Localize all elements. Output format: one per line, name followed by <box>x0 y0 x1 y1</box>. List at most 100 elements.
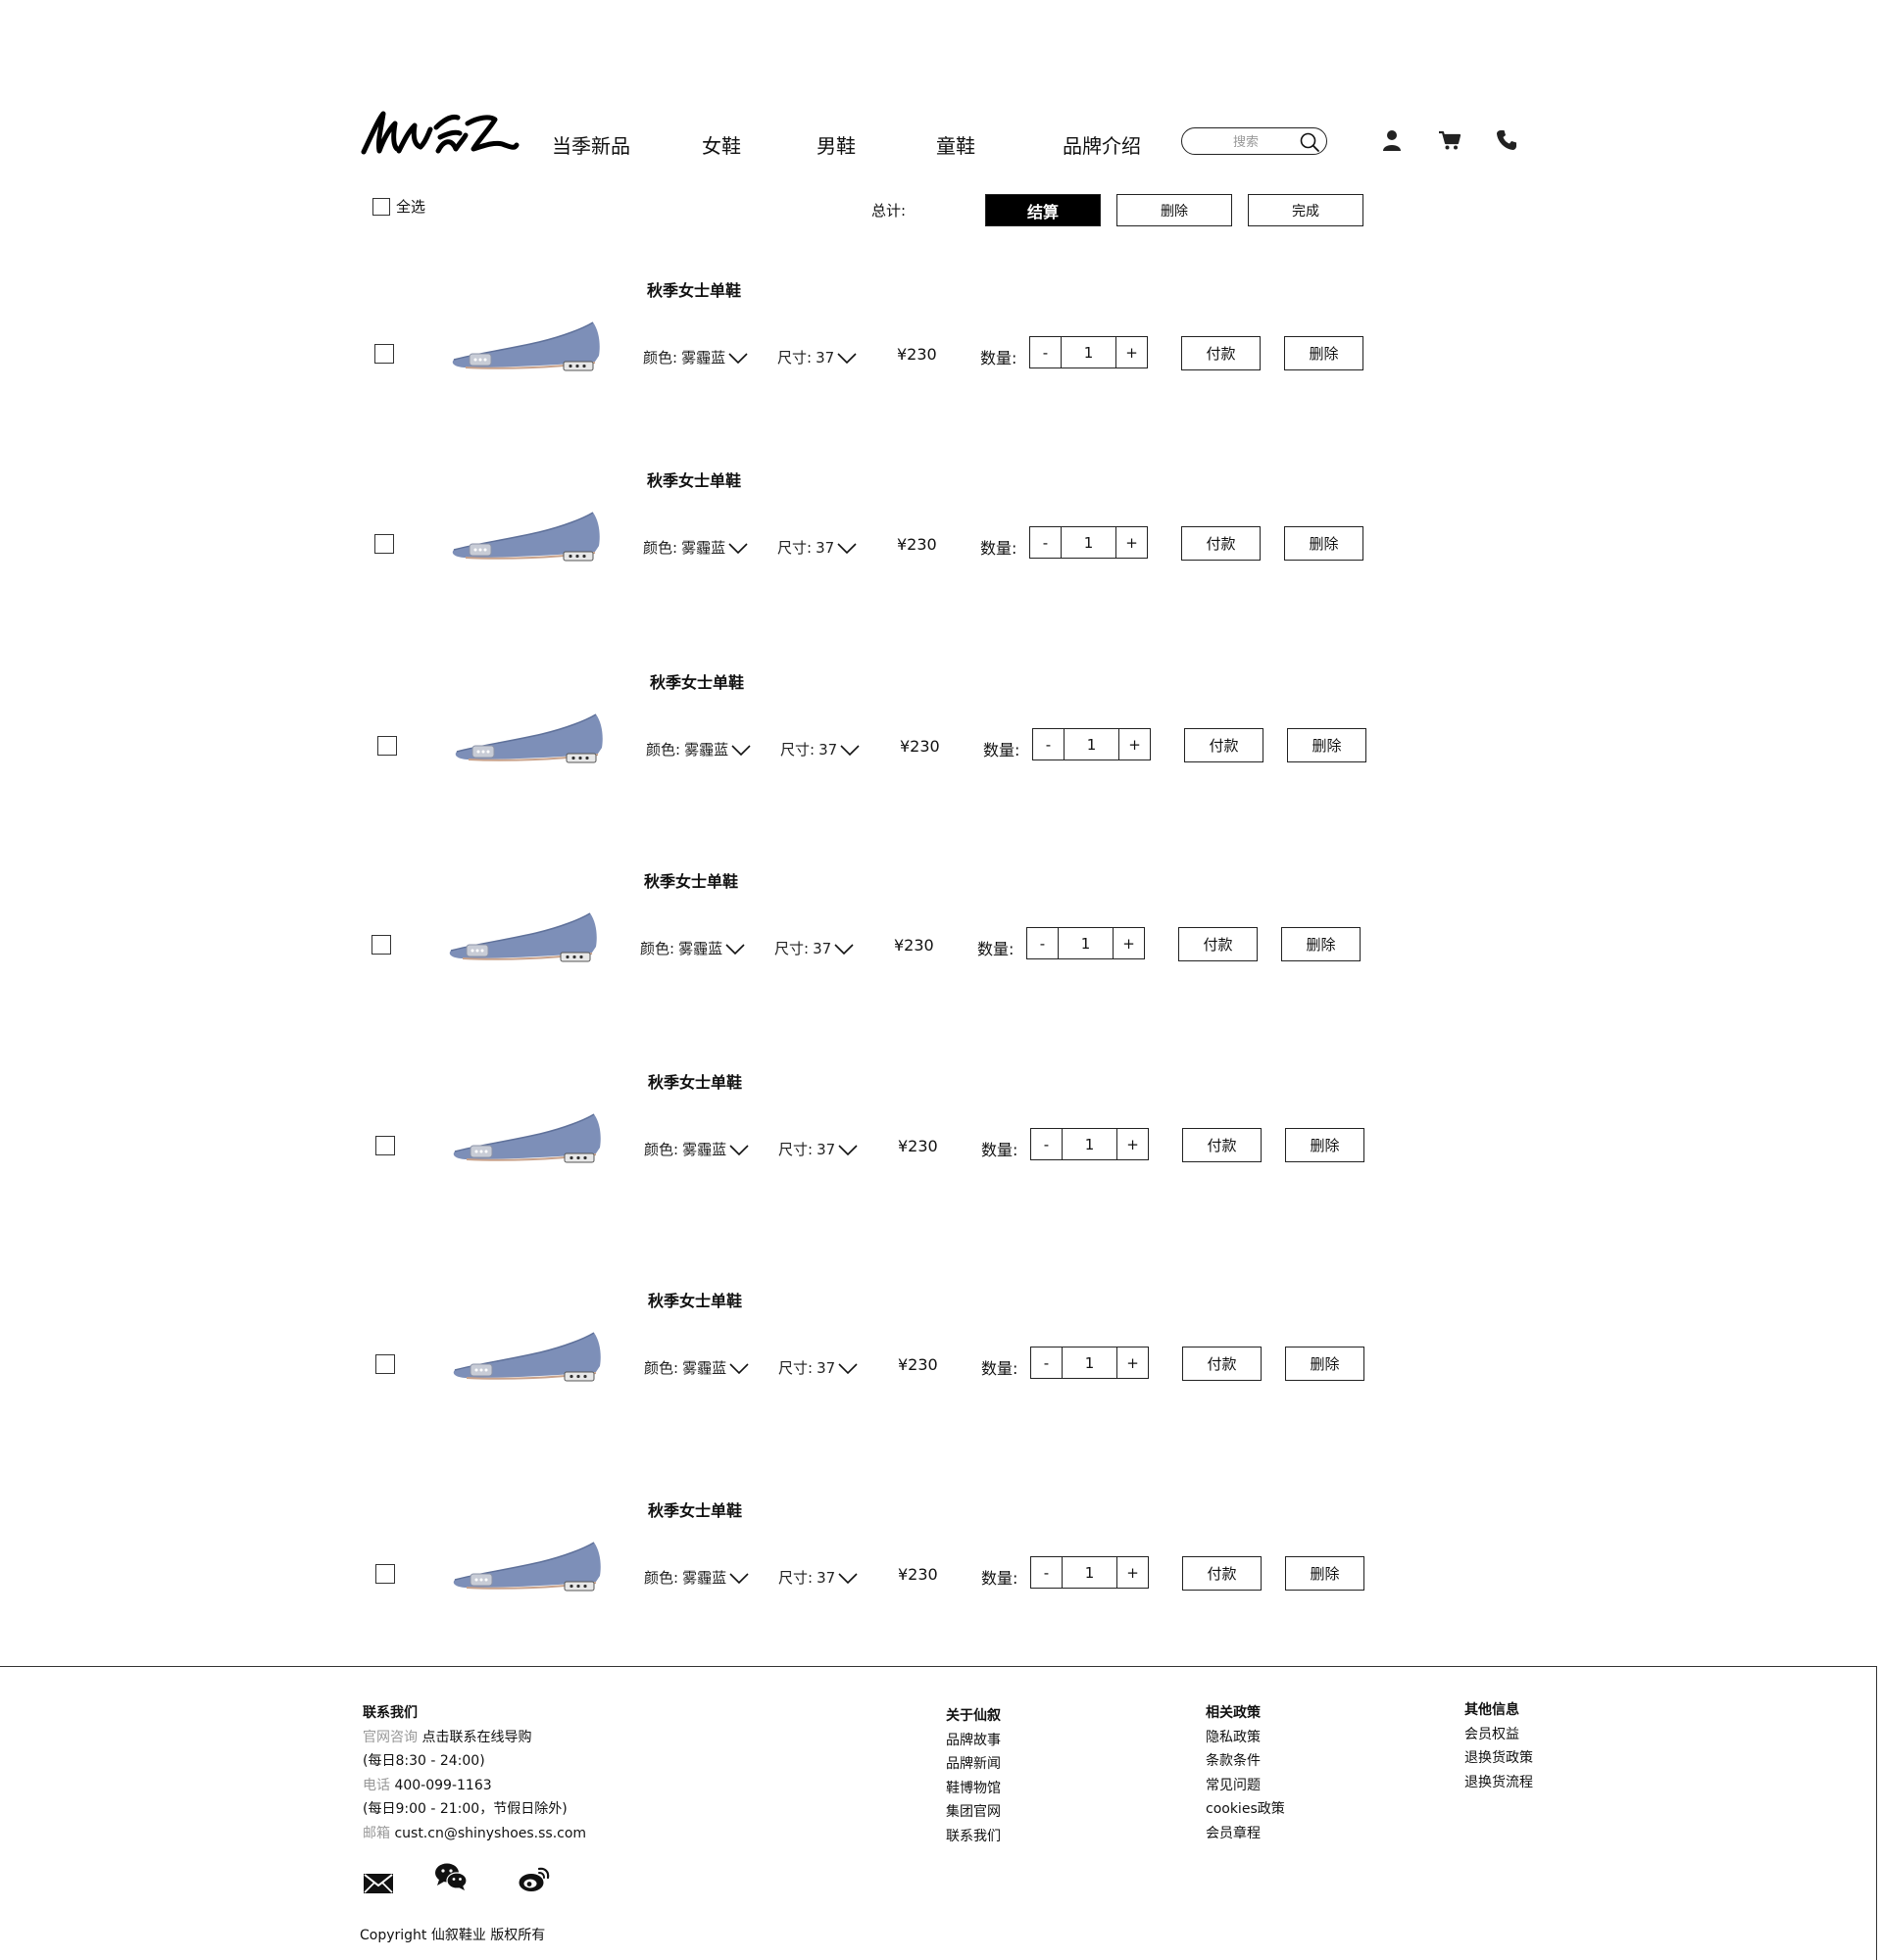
color-select[interactable]: 颜色: 雾霾蓝 <box>643 537 748 558</box>
nav-new-arrivals[interactable]: 当季新品 <box>552 130 630 159</box>
size-select[interactable]: 尺寸: 37 <box>778 1139 858 1159</box>
size-select[interactable]: 尺寸: 37 <box>780 739 860 760</box>
item-title[interactable]: 秋季女士单鞋 <box>648 1069 742 1093</box>
quantity-value[interactable]: 1 <box>1062 1129 1117 1159</box>
item-title[interactable]: 秋季女士单鞋 <box>644 868 738 892</box>
item-checkbox[interactable] <box>375 1564 395 1584</box>
size-value[interactable]: 37 <box>816 349 834 367</box>
item-title[interactable]: 秋季女士单鞋 <box>648 1497 742 1521</box>
decrement-button[interactable]: - <box>1027 928 1058 958</box>
color-select[interactable]: 颜色: 雾霾蓝 <box>644 1139 749 1159</box>
nav-men-shoes[interactable]: 男鞋 <box>817 130 856 159</box>
footer-link[interactable]: 退换货政策 <box>1464 1746 1533 1771</box>
quantity-value[interactable]: 1 <box>1062 1557 1117 1588</box>
increment-button[interactable]: + <box>1117 1348 1148 1378</box>
pay-button[interactable]: 付款 <box>1182 1128 1262 1162</box>
pay-button[interactable]: 付款 <box>1181 336 1261 370</box>
size-value[interactable]: 37 <box>817 1359 835 1377</box>
color-select[interactable]: 颜色: 雾霾蓝 <box>644 1357 749 1378</box>
chevron-down-icon[interactable] <box>837 542 857 555</box>
color-select[interactable]: 颜色: 雾霾蓝 <box>646 739 751 760</box>
item-title[interactable]: 秋季女士单鞋 <box>647 277 741 301</box>
brand-logo[interactable] <box>358 106 520 160</box>
chevron-down-icon[interactable] <box>728 542 748 555</box>
quantity-value[interactable]: 1 <box>1058 928 1114 958</box>
item-checkbox[interactable] <box>374 344 394 364</box>
size-select[interactable]: 尺寸: 37 <box>778 1567 858 1588</box>
increment-button[interactable]: + <box>1119 729 1150 760</box>
pay-button[interactable]: 付款 <box>1184 728 1263 762</box>
chevron-down-icon[interactable] <box>731 744 751 757</box>
shoe-image[interactable] <box>446 507 601 567</box>
chevron-down-icon[interactable] <box>725 943 745 956</box>
wechat-icon[interactable] <box>434 1862 468 1891</box>
footer-link[interactable]: 鞋博物馆 <box>946 1777 1001 1801</box>
size-value[interactable]: 37 <box>818 741 837 759</box>
consult-line[interactable]: 官网咨询 点击联系在线导购 <box>363 1726 586 1750</box>
search-input[interactable] <box>1196 131 1296 153</box>
footer-link[interactable]: 联系我们 <box>946 1825 1001 1849</box>
item-checkbox[interactable] <box>374 534 394 554</box>
nav-women-shoes[interactable]: 女鞋 <box>702 130 741 159</box>
footer-link[interactable]: 退换货流程 <box>1464 1771 1533 1795</box>
email-address[interactable]: cust.cn@shinyshoes.ss.com <box>394 1826 586 1841</box>
done-button[interactable]: 完成 <box>1248 194 1363 226</box>
shoe-image[interactable] <box>447 1537 602 1597</box>
delete-item-button[interactable]: 删除 <box>1281 927 1361 961</box>
item-title[interactable]: 秋季女士单鞋 <box>647 467 741 491</box>
item-title[interactable]: 秋季女士单鞋 <box>650 669 744 693</box>
footer-link[interactable]: 集团官网 <box>946 1800 1001 1825</box>
color-value[interactable]: 雾霾蓝 <box>682 1567 726 1588</box>
footer-link[interactable]: 品牌新闻 <box>946 1752 1001 1777</box>
increment-button[interactable]: + <box>1117 1557 1148 1588</box>
color-select[interactable]: 颜色: 雾霾蓝 <box>640 938 745 958</box>
shoe-image[interactable] <box>446 317 601 377</box>
chevron-down-icon[interactable] <box>729 1144 749 1156</box>
footer-link[interactable]: 条款条件 <box>1206 1749 1285 1774</box>
delete-item-button[interactable]: 删除 <box>1284 526 1363 561</box>
color-value[interactable]: 雾霾蓝 <box>678 938 722 958</box>
shoe-image[interactable] <box>447 1108 602 1169</box>
shoe-image[interactable] <box>443 907 598 968</box>
nav-kids-shoes[interactable]: 童鞋 <box>936 130 975 159</box>
footer-link[interactable]: 会员权益 <box>1464 1723 1533 1747</box>
item-title[interactable]: 秋季女士单鞋 <box>648 1288 742 1311</box>
chevron-down-icon[interactable] <box>834 943 854 956</box>
chevron-down-icon[interactable] <box>837 352 857 365</box>
weibo-icon[interactable] <box>518 1864 551 1893</box>
item-checkbox[interactable] <box>375 1354 395 1374</box>
pay-button[interactable]: 付款 <box>1182 1556 1262 1591</box>
color-value[interactable]: 雾霾蓝 <box>682 1357 726 1378</box>
chevron-down-icon[interactable] <box>838 1362 858 1375</box>
item-checkbox[interactable] <box>375 1136 395 1155</box>
color-value[interactable]: 雾霾蓝 <box>684 739 728 760</box>
chevron-down-icon[interactable] <box>729 1362 749 1375</box>
color-value[interactable]: 雾霾蓝 <box>682 1139 726 1159</box>
decrement-button[interactable]: - <box>1031 1557 1062 1588</box>
delete-item-button[interactable]: 删除 <box>1285 1556 1364 1591</box>
decrement-button[interactable]: - <box>1031 1129 1062 1159</box>
decrement-button[interactable]: - <box>1030 527 1061 558</box>
size-value[interactable]: 37 <box>816 539 834 557</box>
color-value[interactable]: 雾霾蓝 <box>681 537 725 558</box>
footer-link[interactable]: 常见问题 <box>1206 1774 1285 1798</box>
increment-button[interactable]: + <box>1114 928 1144 958</box>
increment-button[interactable]: + <box>1116 527 1147 558</box>
chevron-down-icon[interactable] <box>728 352 748 365</box>
nav-brand-intro[interactable]: 品牌介绍 <box>1063 130 1141 159</box>
shoe-image[interactable] <box>449 709 604 769</box>
item-checkbox[interactable] <box>371 935 391 955</box>
quantity-value[interactable]: 1 <box>1061 527 1116 558</box>
delete-item-button[interactable]: 删除 <box>1284 336 1363 370</box>
footer-link[interactable]: cookies政策 <box>1206 1797 1285 1822</box>
chevron-down-icon[interactable] <box>840 744 860 757</box>
size-value[interactable]: 37 <box>817 1141 835 1158</box>
size-select[interactable]: 尺寸: 37 <box>777 537 857 558</box>
increment-button[interactable]: + <box>1116 337 1147 368</box>
delete-item-button[interactable]: 删除 <box>1285 1347 1364 1381</box>
size-select[interactable]: 尺寸: 37 <box>777 347 857 368</box>
size-select[interactable]: 尺寸: 37 <box>774 938 854 958</box>
pay-button[interactable]: 付款 <box>1178 927 1258 961</box>
footer-link[interactable]: 隐私政策 <box>1206 1726 1285 1750</box>
color-value[interactable]: 雾霾蓝 <box>681 347 725 368</box>
